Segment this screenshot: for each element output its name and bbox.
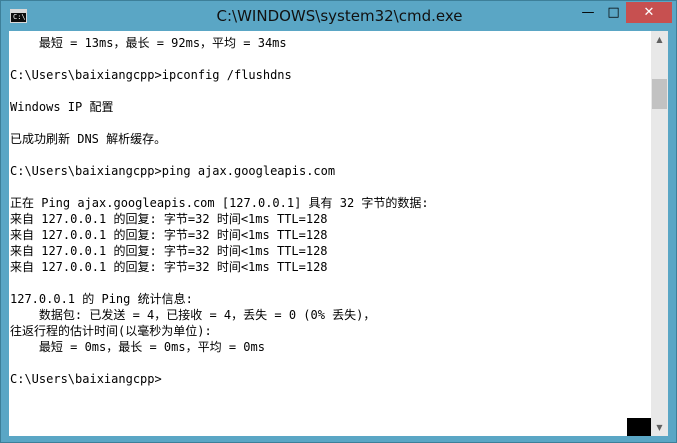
- console-line: C:\Users\baixiangcpp>ping ajax.googleapi…: [10, 164, 336, 178]
- console-line: 已成功刷新 DNS 解析缓存。: [10, 132, 167, 146]
- console-line: 正在 Ping ajax.googleapis.com [127.0.0.1] …: [10, 196, 429, 210]
- close-button[interactable]: ✕: [626, 2, 672, 23]
- console-line: C:\Users\baixiangcpp>: [10, 372, 162, 386]
- console-line: 最短 = 13ms，最长 = 92ms，平均 = 34ms: [10, 36, 287, 50]
- scroll-up-arrow-icon[interactable]: ▲: [651, 31, 668, 48]
- scroll-down-arrow-icon[interactable]: ▼: [651, 419, 668, 436]
- text-cursor: [627, 418, 651, 436]
- console-line: 来自 127.0.0.1 的回复: 字节=32 时间<1ms TTL=128: [10, 228, 328, 242]
- title-bar[interactable]: C:\ C:\WINDOWS\system32\cmd.exe — □ ✕: [1, 1, 676, 32]
- console-line: 来自 127.0.0.1 的回复: 字节=32 时间<1ms TTL=128: [10, 260, 328, 274]
- console-line: 来自 127.0.0.1 的回复: 字节=32 时间<1ms TTL=128: [10, 212, 328, 226]
- maximize-button[interactable]: □: [601, 2, 626, 23]
- console-line: 往返行程的估计时间(以毫秒为单位):: [10, 324, 212, 338]
- cmd-window: C:\ C:\WINDOWS\system32\cmd.exe — □ ✕ 最短…: [0, 0, 677, 443]
- console-line: Windows IP 配置: [10, 100, 114, 114]
- console-output[interactable]: 最短 = 13ms，最长 = 92ms，平均 = 34ms C:\Users\ba…: [9, 31, 651, 436]
- minimize-button[interactable]: —: [575, 2, 601, 23]
- console-line: 127.0.0.1 的 Ping 统计信息:: [10, 292, 193, 306]
- vertical-scrollbar[interactable]: ▲ ▼: [651, 31, 668, 436]
- scroll-thumb[interactable]: [652, 79, 667, 109]
- console-line: 最短 = 0ms，最长 = 0ms，平均 = 0ms: [10, 340, 265, 354]
- console-line: 来自 127.0.0.1 的回复: 字节=32 时间<1ms TTL=128: [10, 244, 328, 258]
- console-line: 数据包: 已发送 = 4，已接收 = 4，丢失 = 0 (0% 丢失)，: [10, 308, 376, 322]
- console-line: C:\Users\baixiangcpp>ipconfig /flushdns: [10, 68, 292, 82]
